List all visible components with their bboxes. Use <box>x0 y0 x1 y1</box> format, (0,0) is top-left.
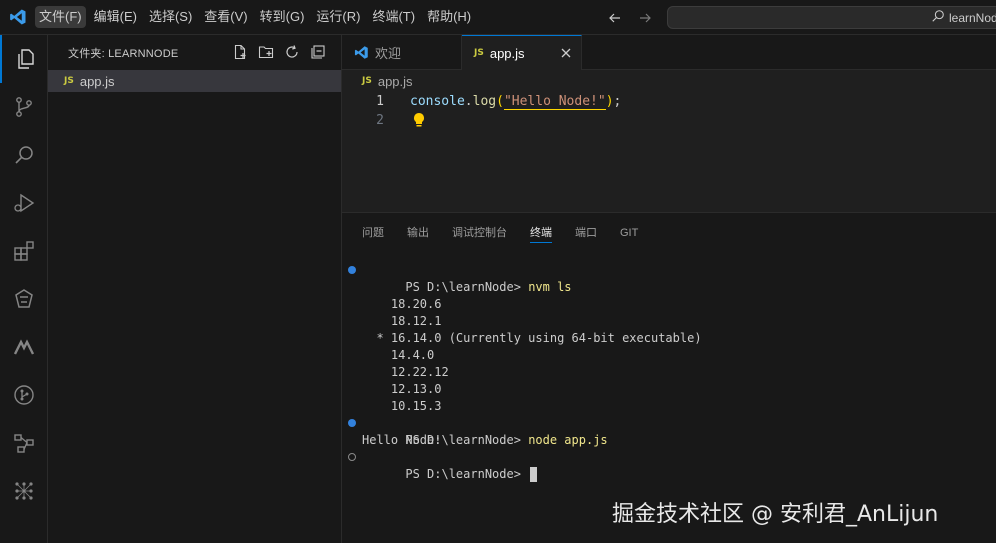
menu-edit[interactable]: 编辑(E) <box>90 6 141 28</box>
editor-tabs: 欢迎 JS app.js <box>342 35 996 70</box>
line-number: 2 <box>376 113 384 128</box>
explorer-title: 文件夹: LEARNNODE <box>68 47 179 60</box>
menu-view[interactable]: 查看(V) <box>200 6 251 28</box>
terminal-line: PS D:\learnNode> <box>348 449 538 482</box>
javascript-file-icon: JS <box>64 76 74 86</box>
terminal-line: 12.13.0 <box>362 382 442 396</box>
watermark: 掘金技术社区 @ 安利君_AnLijun <box>612 502 939 527</box>
terminal-line: 10.15.3 <box>362 399 442 413</box>
terminal-line: Hello Node! <box>362 433 442 447</box>
code-line: 2 <box>342 111 996 130</box>
navigation-arrows <box>605 8 655 28</box>
line-number: 1 <box>376 94 384 109</box>
panel-tabs: 问题 输出 调试控制台 终端 端口 GIT <box>362 223 638 243</box>
source-control-icon[interactable] <box>0 83 48 131</box>
command-pending-icon <box>348 453 356 461</box>
terminal-line: 18.20.6 <box>362 297 442 311</box>
command-success-icon[interactable] <box>348 419 356 427</box>
search-icon <box>931 9 945 26</box>
extensions-icon[interactable] <box>0 227 48 275</box>
terminal-line: 14.4.0 <box>362 348 435 362</box>
remote-explorer-icon[interactable] <box>0 275 48 323</box>
activity-bar <box>0 35 48 543</box>
code-line: 1 console.log("Hello Node!"); <box>342 92 996 111</box>
vscode-logo-icon <box>0 0 35 35</box>
forward-arrow-icon[interactable] <box>635 8 655 28</box>
back-arrow-icon[interactable] <box>605 8 625 28</box>
run-debug-icon[interactable] <box>0 179 48 227</box>
tab-debug-console[interactable]: 调试控制台 <box>452 223 507 243</box>
explorer-sidebar: 文件夹: LEARNNODE JS app.js <box>48 35 342 543</box>
tab-app-js[interactable]: JS app.js <box>462 35 582 70</box>
code-text: console.log("Hello Node!"); <box>410 92 621 111</box>
token-string: "Hello Node!" <box>503 94 606 110</box>
title-bar: 文件(F) 编辑(E) 选择(S) 查看(V) 转到(G) 运行(R) 终端(T… <box>0 0 996 35</box>
tab-git[interactable]: GIT <box>620 223 638 243</box>
new-file-icon[interactable] <box>232 44 248 60</box>
tab-welcome-label: 欢迎 <box>375 46 402 61</box>
tab-app-js-label: app.js <box>489 45 525 61</box>
command-center-search[interactable]: learnNod <box>667 6 996 29</box>
workflow-icon[interactable] <box>0 419 48 467</box>
tab-ports[interactable]: 端口 <box>575 223 597 243</box>
file-item-app-js[interactable]: JS app.js <box>48 70 341 92</box>
tab-welcome[interactable]: 欢迎 <box>342 35 462 70</box>
explorer-actions <box>232 44 326 60</box>
javascript-file-icon: JS <box>474 48 484 58</box>
token-semicolon: ; <box>613 94 622 109</box>
menu-help[interactable]: 帮助(H) <box>423 6 475 28</box>
menu-terminal[interactable]: 终端(T) <box>368 6 419 28</box>
bottom-panel: 问题 输出 调试控制台 终端 端口 GIT PS D:\learnNode> n… <box>342 212 996 543</box>
terminal-line: * 16.14.0 (Currently using 64-bit execut… <box>362 331 702 345</box>
terminal-line: PS D:\learnNode> node app.js <box>348 415 608 447</box>
terminal-line: PS D:\learnNode> nvm ls <box>348 262 572 294</box>
terminal-cursor <box>530 467 538 482</box>
menu-go[interactable]: 转到(G) <box>256 6 309 28</box>
menu-file[interactable]: 文件(F) <box>35 6 86 28</box>
file-name: app.js <box>79 73 115 89</box>
tab-problems[interactable]: 问题 <box>362 223 384 243</box>
command-success-icon[interactable] <box>348 266 356 274</box>
token-function: log <box>472 94 497 109</box>
close-icon[interactable] <box>559 46 573 60</box>
terminal-line: 12.22.12 <box>362 365 449 379</box>
token-paren-open: ( <box>496 94 504 109</box>
tab-terminal[interactable]: 终端 <box>530 223 552 243</box>
menu-selection[interactable]: 选择(S) <box>145 6 196 28</box>
tab-output[interactable]: 输出 <box>407 223 429 243</box>
code-editor[interactable]: 1 console.log("Hello Node!"); 2 <box>342 92 996 212</box>
command-center-label: learnNod <box>949 10 996 25</box>
new-folder-icon[interactable] <box>258 44 274 60</box>
terminal-line: 18.12.1 <box>362 314 442 328</box>
breadcrumb: JS app.js <box>342 70 996 92</box>
vscode-logo-icon <box>354 45 369 60</box>
git-graph-icon[interactable] <box>0 371 48 419</box>
token-paren-close: ) <box>605 94 614 109</box>
extension-m-icon[interactable] <box>0 323 48 371</box>
token-identifier: console <box>410 94 465 109</box>
refresh-icon[interactable] <box>284 44 300 60</box>
terminal-prompt: PS D:\learnNode> <box>405 280 529 294</box>
search-icon[interactable] <box>0 131 48 179</box>
terminal-prompt: PS D:\learnNode> <box>405 467 529 481</box>
explorer-icon[interactable] <box>0 35 48 83</box>
token-dot: . <box>464 94 473 109</box>
javascript-file-icon: JS <box>362 76 372 86</box>
menu-run[interactable]: 运行(R) <box>312 6 364 28</box>
collapse-all-icon[interactable] <box>310 44 326 60</box>
lightbulb-icon[interactable] <box>412 112 426 128</box>
terminal-command: nvm ls <box>528 280 572 294</box>
breadcrumb-file[interactable]: app.js <box>378 74 413 89</box>
terminal-command: node app.js <box>528 433 608 447</box>
menu-bar: 文件(F) 编辑(E) 选择(S) 查看(V) 转到(G) 运行(R) 终端(T… <box>35 0 479 35</box>
network-grid-icon[interactable] <box>0 467 48 515</box>
